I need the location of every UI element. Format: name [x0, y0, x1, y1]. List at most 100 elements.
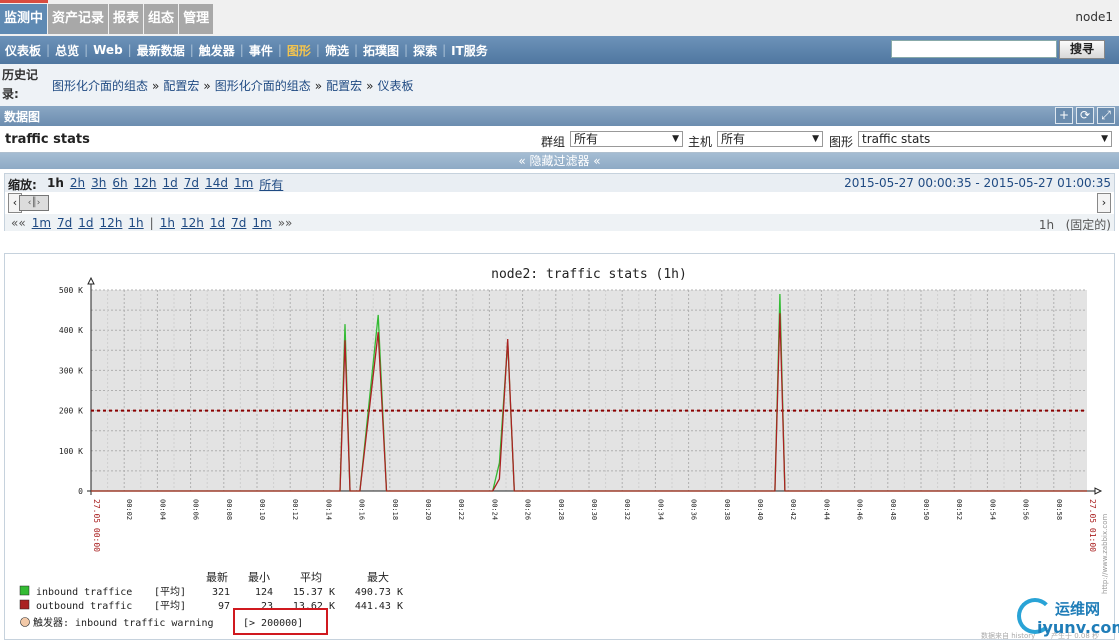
logo-text-1: 运维网	[1055, 600, 1101, 618]
graph-filter-row: traffic stats 群组 所有 ▼ 主机 所有 ▼ 图形 traffic…	[0, 127, 1119, 153]
x-tick-label: 00:40	[756, 499, 764, 520]
chevron-down-icon: ▼	[1101, 134, 1108, 144]
x-tick-label: 00:16	[358, 499, 366, 520]
history-bar: 历史记录: 图形化介面的组态» 配置宏» 图形化介面的组态» 配置宏» 仪表板	[0, 64, 1119, 106]
x-tick-label: 00:10	[258, 499, 266, 520]
chevron-down-icon: ▼	[812, 134, 819, 144]
sub-menu-item-9[interactable]: 探索	[408, 42, 442, 59]
legend-max: 441.43 K	[355, 601, 403, 612]
zoom-option[interactable]: 所有	[259, 176, 283, 193]
x-tick-label: 00:38	[723, 499, 731, 520]
nav-forward-link[interactable]: 1m	[252, 216, 271, 230]
host-select[interactable]: 所有 ▼	[717, 131, 823, 147]
zoom-option[interactable]: 12h	[134, 176, 157, 193]
top-tab-3[interactable]: 组态	[144, 4, 179, 34]
refresh-icon[interactable]: ⟳	[1076, 107, 1094, 124]
time-slider[interactable]: ‹ ‹║› ›	[5, 192, 1114, 214]
slider-right-icon[interactable]: ›	[1097, 193, 1111, 213]
x-tick-label: 00:36	[690, 499, 698, 520]
zoom-option[interactable]: 2h	[70, 176, 85, 193]
legend-swatch	[19, 599, 30, 610]
nav-forward-link[interactable]: »»	[278, 216, 293, 230]
sub-menu-item-4[interactable]: 触发器	[194, 42, 240, 59]
zoom-option[interactable]: 1h	[47, 176, 64, 193]
breadcrumb-link[interactable]: 配置宏	[163, 79, 199, 93]
search-button[interactable]: 搜寻	[1059, 40, 1105, 59]
trigger-value: [> 200000]	[243, 618, 303, 629]
breadcrumb-link[interactable]: 图形化介面的组态	[52, 79, 148, 93]
group-select[interactable]: 所有 ▼	[570, 131, 683, 147]
nav-back-link[interactable]: 1h	[128, 216, 143, 230]
slider-thumb[interactable]: ‹║›	[19, 195, 49, 211]
sub-menu-item-10[interactable]: IT服务	[446, 42, 493, 59]
x-tick-label: 00:44	[822, 499, 830, 520]
nav-forward-link[interactable]: 1h	[160, 216, 175, 230]
sub-menu-item-0[interactable]: 仪表板	[0, 42, 46, 59]
x-tick-label: 00:24	[490, 499, 498, 520]
nav-back-link[interactable]: 1m	[32, 216, 51, 230]
sub-menu-item-6[interactable]: 图形	[282, 42, 316, 59]
top-tab-4[interactable]: 管理	[179, 4, 214, 34]
trigger-dot-icon	[20, 617, 30, 627]
legend-max: 490.73 K	[355, 587, 403, 598]
breadcrumb-arrow-icon: »	[203, 79, 211, 93]
graph-select[interactable]: traffic stats ▼	[858, 131, 1112, 147]
nav-back-link[interactable]: 7d	[57, 216, 72, 230]
group-label: 群组	[541, 135, 566, 149]
legend-last: 97	[218, 601, 230, 612]
nav-back-link[interactable]: ««	[11, 216, 26, 230]
breadcrumb-link[interactable]: 配置宏	[326, 79, 362, 93]
zoom-option[interactable]: 14d	[205, 176, 228, 193]
x-tick-label: 00:26	[524, 499, 532, 520]
top-tab-2[interactable]: 报表	[109, 4, 144, 34]
zoom-option[interactable]: 7d	[184, 176, 199, 193]
sub-menu-item-5[interactable]: 事件	[244, 42, 278, 59]
section-title: 数据图	[4, 110, 41, 124]
host-select-value: 所有	[721, 132, 746, 146]
active-tab-indicator	[0, 0, 48, 3]
period-value: 1h	[1038, 218, 1055, 232]
zoom-option[interactable]: 1d	[163, 176, 178, 193]
nav-back-link[interactable]: 1d	[78, 216, 93, 230]
nav-forward-link[interactable]: 7d	[231, 216, 246, 230]
top-tab-0[interactable]: 监测中	[0, 4, 48, 34]
sub-menu-item-8[interactable]: 拓璞图	[358, 42, 404, 59]
x-end-label: 27.05 01:00	[1088, 499, 1097, 552]
sub-menu-item-3[interactable]: 最新数据	[132, 42, 190, 59]
add-favorite-icon[interactable]: +	[1055, 107, 1073, 124]
zoom-option[interactable]: 6h	[112, 176, 127, 193]
period-display: 1h (固定的)	[1039, 216, 1111, 233]
nav-back-link[interactable]: 12h	[100, 216, 123, 230]
legend-avg: 15.37 K	[293, 587, 335, 598]
group-select-value: 所有	[574, 132, 599, 146]
graph-title: traffic stats	[5, 132, 90, 147]
graph-select-value: traffic stats	[862, 132, 931, 146]
legend-header: 平均	[300, 571, 322, 584]
nav-separator: |	[149, 216, 154, 230]
sub-menu-item-2[interactable]: Web	[88, 43, 128, 57]
fullscreen-icon[interactable]: ⤢	[1097, 107, 1115, 124]
legend-agg: [平均]	[154, 600, 186, 612]
zoom-option[interactable]: 1m	[234, 176, 253, 193]
legend-avg: 13.62 K	[293, 601, 335, 612]
breadcrumb-link[interactable]: 图形化介面的组态	[215, 79, 311, 93]
x-tick-label: 00:28	[557, 499, 565, 520]
sub-menu-item-7[interactable]: 筛选	[320, 42, 354, 59]
nav-forward-link[interactable]: 1d	[210, 216, 225, 230]
period-fixed: (固定的)	[1065, 218, 1111, 232]
legend-header: 最新	[206, 570, 228, 584]
x-tick-label: 00:42	[789, 499, 797, 520]
search-input[interactable]	[891, 40, 1057, 58]
x-tick-label: 00:48	[889, 499, 897, 520]
time-range: 2015-05-27 00:00:35 - 2015-05-27 01:00:3…	[844, 176, 1111, 190]
hide-filter-toggle[interactable]: « 隐藏过滤器 «	[0, 153, 1119, 169]
sub-menu-item-1[interactable]: 总览	[50, 42, 84, 59]
nav-forward-link[interactable]: 12h	[181, 216, 204, 230]
x-tick-label: 00:12	[291, 499, 299, 520]
logo-text-2: iyunv.com	[1037, 618, 1119, 637]
breadcrumb-link[interactable]: 仪表板	[377, 79, 413, 93]
top-tab-1[interactable]: 资产记录	[48, 4, 109, 34]
sub-menu-items: 仪表板 | 总览 | Web | 最新数据 | 触发器 | 事件 | 图形 | 筛选 | 拓璞图 | 探索 | IT服务	[0, 36, 493, 64]
y-tick-label: 100 K	[59, 447, 83, 456]
zoom-option[interactable]: 3h	[91, 176, 106, 193]
